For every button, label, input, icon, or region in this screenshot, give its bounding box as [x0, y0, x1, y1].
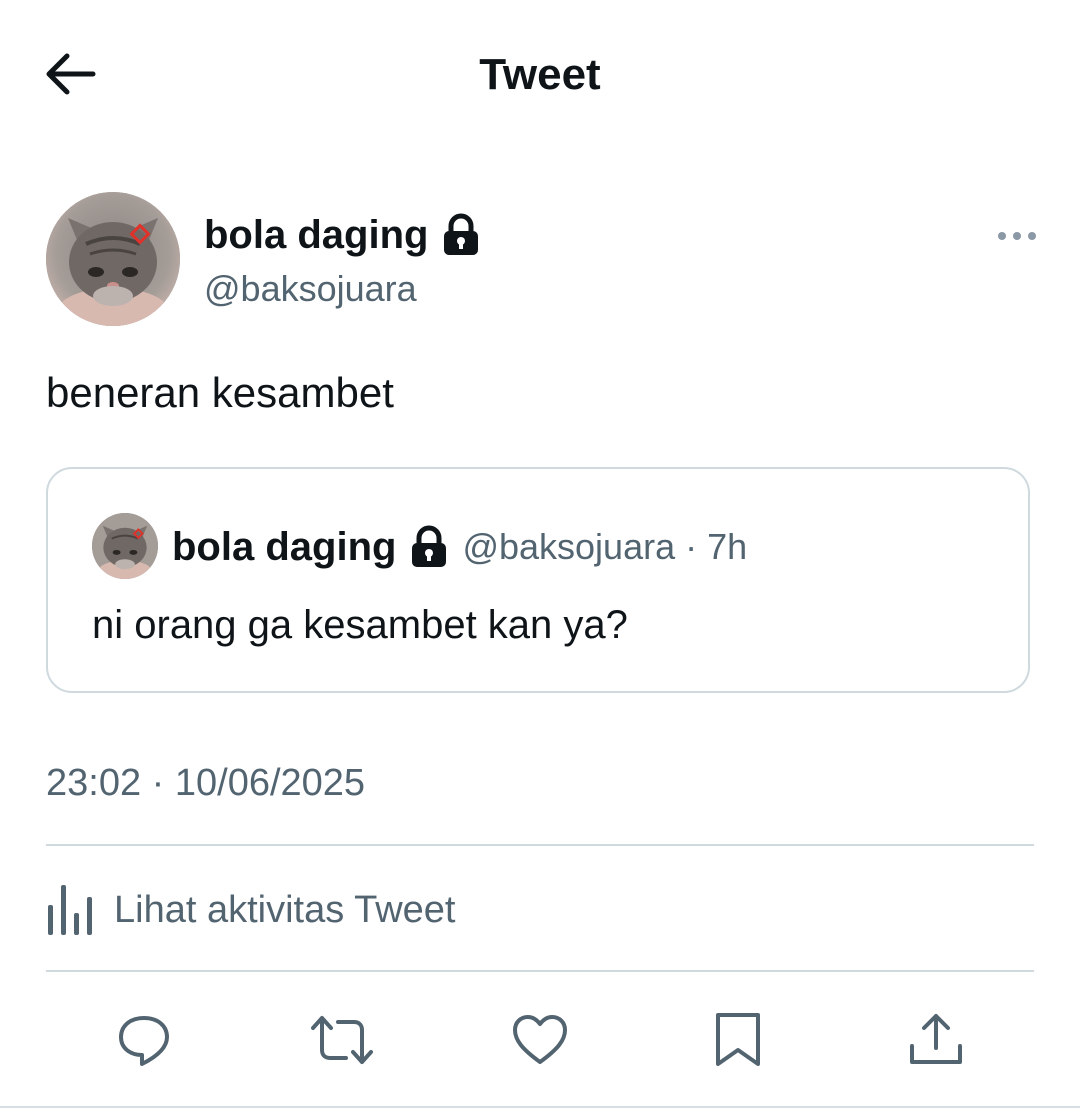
quoted-tweet-text: ni orang ga kesambet kan ya?	[92, 603, 628, 647]
top-bar: Tweet	[0, 0, 1080, 150]
author-name-row: bola daging	[204, 206, 480, 264]
author-display-name[interactable]: bola daging	[204, 213, 428, 258]
share-icon	[910, 1014, 962, 1064]
lock-icon	[410, 525, 448, 569]
quoted-author-row: bola daging @baksojuara · 7h	[172, 519, 747, 575]
tweet-text: beneran kesambet	[46, 369, 394, 416]
like-button[interactable]	[508, 1008, 572, 1072]
divider	[46, 844, 1034, 846]
view-activity-label: Lihat aktivitas Tweet	[114, 888, 456, 931]
lock-icon	[442, 213, 480, 257]
more-horizontal-icon	[998, 232, 1036, 240]
quoted-handle-time: @baksojuara · 7h	[462, 526, 748, 567]
reply-icon	[119, 1016, 169, 1066]
heart-icon	[513, 1015, 567, 1064]
quoted-avatar	[92, 513, 158, 579]
reply-button[interactable]	[112, 1008, 176, 1072]
kitten-avatar-image	[46, 192, 180, 326]
author-handle[interactable]: @baksojuara	[204, 268, 417, 310]
share-button[interactable]	[904, 1008, 968, 1072]
view-activity-button[interactable]: Lihat aktivitas Tweet	[46, 872, 455, 948]
retweet-icon	[311, 1016, 373, 1064]
more-options-button[interactable]	[992, 220, 1042, 252]
quoted-tweet-card[interactable]: bola daging @baksojuara · 7h ni orang ga…	[46, 467, 1030, 693]
page-title: Tweet	[479, 50, 601, 99]
quoted-display-name: bola daging	[172, 524, 397, 569]
bottom-divider	[0, 1106, 1080, 1108]
retweet-button[interactable]	[310, 1008, 374, 1072]
bookmark-button[interactable]	[706, 1008, 770, 1072]
avatar[interactable]	[46, 192, 180, 326]
kitten-avatar-image	[92, 513, 158, 579]
tweet-timestamp: 23:02 · 10/06/2025	[46, 762, 366, 804]
divider	[46, 970, 1034, 972]
bookmark-icon	[716, 1013, 760, 1066]
analytics-icon	[48, 885, 92, 935]
